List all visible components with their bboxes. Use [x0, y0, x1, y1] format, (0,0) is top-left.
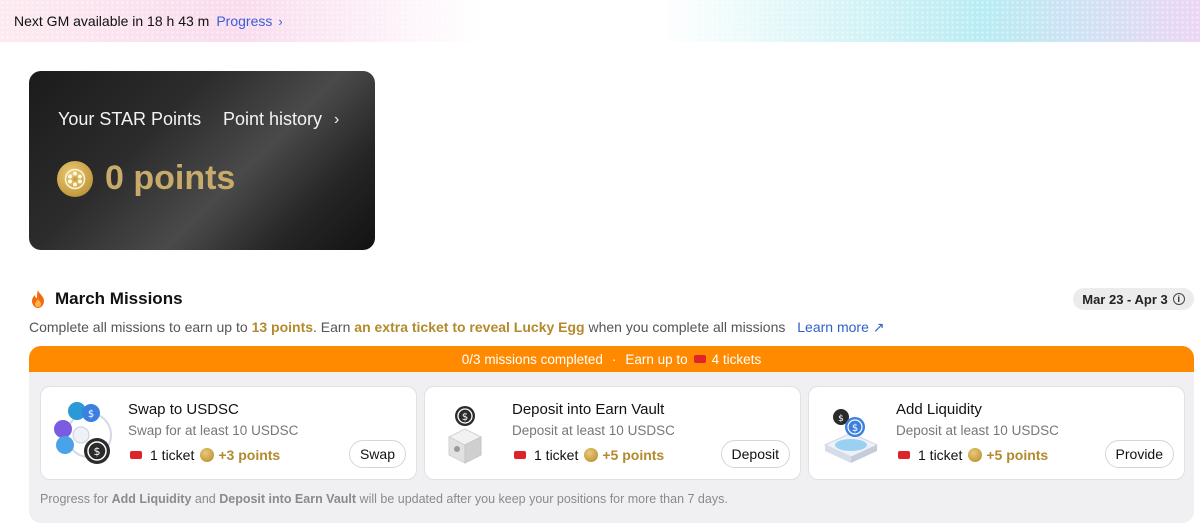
progress-link[interactable]: Progress › [216, 13, 282, 29]
mission-title: Swap to USDSC [128, 401, 239, 418]
deposit-button[interactable]: Deposit [720, 440, 790, 468]
svg-text:$: $ [88, 409, 94, 420]
mission-reward: 1 ticket +5 points [512, 447, 664, 463]
mission-card-liquidity[interactable]: $ $ Add Liquidity Deposit at least 10 US… [808, 386, 1185, 480]
reward-ticket: 1 ticket [918, 447, 963, 463]
date-range-text: Mar 23 - Apr 3 [1082, 291, 1168, 307]
svg-text:$: $ [838, 414, 844, 424]
fire-icon [32, 290, 44, 308]
missions-header: March Missions [31, 289, 183, 309]
star-coin-icon [968, 448, 983, 462]
mission-reward: 1 ticket +3 points [128, 447, 280, 463]
star-coin-icon [200, 448, 215, 462]
mission-title: Deposit into Earn Vault [512, 401, 665, 418]
desc-mid: . Earn [313, 319, 355, 335]
svg-text:$: $ [852, 423, 858, 434]
reward-points: +3 points [218, 447, 281, 463]
ticket-icon [514, 451, 526, 459]
ticket-icon [693, 355, 706, 363]
desc-prefix: Complete all missions to earn up to [29, 319, 252, 335]
earn-up-to-text: Earn up to [625, 351, 688, 367]
progress-link-label: Progress [216, 13, 273, 29]
reward-points: +5 points [602, 447, 665, 463]
desc-suffix: when you complete all missions [584, 319, 786, 335]
point-history-link[interactable]: Point history › [223, 109, 339, 130]
ticket-icon [130, 451, 142, 459]
missions-completed-text: 0/3 missions completed [461, 351, 603, 367]
missions-title: March Missions [55, 289, 183, 308]
info-icon[interactable]: i [1172, 293, 1185, 305]
mission-cards: $ $ Swap to USDSC Swap for at least 10 U… [40, 386, 1185, 480]
tickets-total-text: 4 tickets [711, 351, 762, 367]
ticket-icon [898, 451, 910, 459]
note-add-liquidity: Add Liquidity [111, 492, 192, 506]
chevron-right-icon: › [334, 110, 340, 128]
reward-points: +5 points [986, 447, 1049, 463]
mission-title: Add Liquidity [896, 401, 982, 418]
mission-card-swap[interactable]: $ $ Swap to USDSC Swap for at least 10 U… [40, 386, 417, 480]
note-prefix: Progress for [40, 492, 112, 506]
star-points-card: Your STAR Points Point history › 0 point… [29, 71, 375, 250]
progress-note: Progress for Add Liquidity and Deposit i… [40, 492, 728, 506]
liquidity-pool-icon: $ $ [823, 409, 879, 463]
star-coin-icon [57, 161, 93, 197]
mission-subtitle: Deposit at least 10 USDSC [896, 423, 1059, 438]
mission-reward: 1 ticket +5 points [896, 447, 1048, 463]
mission-card-deposit[interactable]: $ Deposit into Earn Vault Deposit at lea… [424, 386, 801, 480]
swap-button[interactable]: Swap [348, 440, 406, 468]
missions-panel: 0/3 missions completed · Earn up to 4 ti… [29, 346, 1194, 523]
swap-tokens-icon: $ $ [54, 402, 112, 464]
note-and: and [191, 492, 220, 506]
mission-subtitle: Deposit at least 10 USDSC [512, 423, 675, 438]
gm-banner: Next GM available in 18 h 43 m Progress … [0, 0, 1200, 42]
note-deposit-vault: Deposit into Earn Vault [219, 492, 357, 506]
learn-more-link[interactable]: Learn more ↗ [797, 319, 884, 335]
svg-text:$: $ [94, 445, 101, 458]
svg-text:$: $ [462, 412, 468, 423]
star-coin-icon [584, 448, 599, 462]
provide-button[interactable]: Provide [1104, 440, 1174, 468]
points-value: 0 points [105, 159, 236, 197]
reward-ticket: 1 ticket [150, 447, 195, 463]
reward-ticket: 1 ticket [534, 447, 579, 463]
star-points-title: Your STAR Points [58, 109, 202, 129]
missions-progress-bar: 0/3 missions completed · Earn up to 4 ti… [29, 346, 1194, 372]
gm-countdown-text: Next GM available in 18 h 43 m [14, 13, 210, 29]
desc-points: 13 points [251, 319, 314, 335]
vault-icon: $ [447, 406, 483, 464]
note-suffix: will be updated after you keep your posi… [356, 492, 728, 506]
point-history-label: Point history [223, 109, 323, 129]
mission-subtitle: Swap for at least 10 USDSC [128, 423, 299, 438]
desc-ticket-text: an extra ticket to reveal Lucky Egg [354, 319, 585, 335]
missions-description: Complete all missions to earn up to 13 p… [29, 319, 884, 336]
date-range-badge[interactable]: Mar 23 - Apr 3 i [1073, 288, 1194, 310]
chevron-right-icon: › [278, 13, 283, 29]
progress-separator: · [611, 351, 617, 367]
